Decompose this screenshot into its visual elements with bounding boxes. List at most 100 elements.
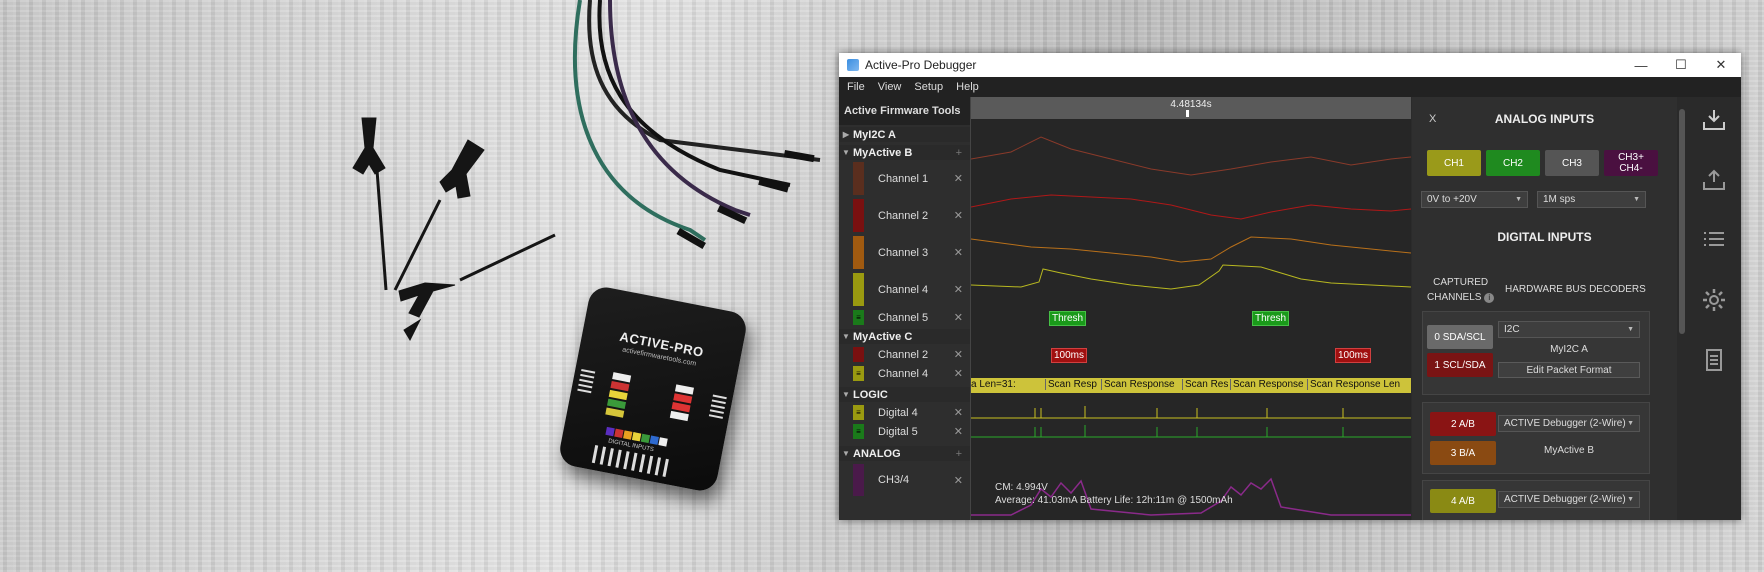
channel-color — [853, 199, 864, 232]
upload-icon[interactable] — [1697, 163, 1731, 197]
close-icon[interactable]: ✕ — [954, 172, 963, 185]
channel-label: CH3/4 — [878, 474, 910, 486]
minimize-button[interactable]: — — [1621, 58, 1661, 73]
group-myi2c-a[interactable]: ▶ MyI2C A — [839, 127, 970, 142]
group-logic[interactable]: ▼ LOGIC — [839, 387, 970, 402]
group-label: MyActive C — [853, 330, 913, 343]
channel-row[interactable]: Channel 2 ✕ — [839, 346, 970, 363]
channel-label: Channel 2 — [878, 348, 929, 361]
maximize-button[interactable]: ☐ — [1661, 57, 1701, 73]
ch2-button[interactable]: CH2 — [1486, 150, 1540, 176]
pin-3-button[interactable]: 3 B/A — [1430, 441, 1496, 465]
channel-row[interactable]: Channel 2 ✕ — [839, 198, 970, 233]
bus-type-select[interactable]: ACTIVE Debugger (2-Wire) ▼ — [1498, 415, 1640, 432]
app-icon — [847, 59, 859, 71]
side-toolbar — [1687, 97, 1741, 520]
select-value: ACTIVE Debugger (2-Wire) — [1504, 494, 1626, 505]
waveform-view[interactable]: 4.48134s Thresh Thresh 100ms 100ms a Len… — [971, 97, 1411, 520]
ch3-button[interactable]: CH3 — [1545, 150, 1599, 176]
channel-label: Digital 5 — [878, 425, 918, 438]
bus-name: MyActive B — [1543, 445, 1594, 456]
average-readout: Average: 41.03mA Battery Life: 12h:11m @… — [995, 495, 1233, 506]
cm-readout: CM: 4.994V — [995, 482, 1048, 493]
document-icon[interactable] — [1697, 343, 1731, 377]
trace-channel-2 — [971, 194, 1411, 220]
close-icon[interactable]: ✕ — [954, 474, 963, 487]
ch3-ch4-button[interactable]: CH3+ CH4- — [1604, 150, 1658, 176]
gear-icon[interactable] — [1697, 283, 1731, 317]
close-icon[interactable]: ✕ — [954, 348, 963, 361]
pin-4-button[interactable]: 4 A/B — [1430, 489, 1496, 513]
channel-row[interactable]: Channel 1 ✕ — [839, 161, 970, 196]
edit-packet-format-button[interactable]: Edit Packet Format — [1498, 362, 1640, 378]
pin-1-button[interactable]: 1 SCL/SDA — [1427, 353, 1493, 377]
timeline-bar[interactable]: 4.48134s — [971, 97, 1411, 119]
add-icon[interactable]: + — [956, 448, 962, 460]
packet[interactable]: a Len=31: — [971, 379, 1016, 390]
group-myactive-c[interactable]: ▼ MyActive C — [839, 329, 970, 344]
captured-channels-label: CAPTURED CHANNELS i — [1427, 275, 1495, 305]
close-icon[interactable]: ✕ — [954, 425, 963, 438]
menu-file[interactable]: File — [847, 81, 865, 93]
collapsed-icon: ▶ — [842, 130, 850, 139]
select-value: ACTIVE Debugger (2-Wire) — [1504, 418, 1626, 429]
close-button[interactable]: ✕ — [1701, 57, 1741, 73]
group-myactive-b[interactable]: ▼ MyActive B + — [839, 145, 970, 160]
thresh-tag: Thresh — [1252, 311, 1290, 326]
group-analog[interactable]: ▼ ANALOG + — [839, 446, 970, 461]
expanded-icon: ▼ — [842, 148, 850, 157]
trace-channel-1 — [971, 136, 1411, 176]
close-icon[interactable]: ✕ — [954, 283, 963, 296]
packet[interactable]: Scan Response Len — [1307, 379, 1400, 390]
hardware-bus-decoders-label: HARDWARE BUS DECODERS — [1505, 284, 1646, 295]
packet[interactable]: Scan Response — [1101, 379, 1175, 390]
close-icon[interactable]: ✕ — [954, 209, 963, 222]
channel-color: ≡ — [853, 310, 864, 325]
panel-scrollbar[interactable] — [1677, 97, 1687, 520]
download-icon[interactable] — [1697, 103, 1731, 137]
channel-row[interactable]: ≡ Channel 4 ✕ — [839, 365, 970, 382]
channel-row[interactable]: Channel 3 ✕ — [839, 235, 970, 270]
channel-row[interactable]: CH3/4 ✕ — [839, 463, 970, 497]
active-pro-device: ACTIVE-PRO activefirmwaretools.com DIGIT… — [557, 284, 749, 494]
cursor-marker[interactable] — [1186, 110, 1189, 117]
channel-label: Channel 4 — [878, 283, 929, 296]
close-icon[interactable]: ✕ — [954, 311, 963, 324]
expanded-icon: ▼ — [842, 390, 850, 399]
bus-decoder-2: 2 A/B 3 B/A ACTIVE Debugger (2-Wire) ▼ My… — [1422, 402, 1650, 474]
scrollbar-thumb[interactable] — [1679, 109, 1685, 334]
info-icon[interactable]: i — [1484, 293, 1495, 303]
packet[interactable]: Scan Res — [1182, 379, 1228, 390]
pin-0-button[interactable]: 0 SDA/SCL — [1427, 325, 1493, 349]
channel-row[interactable]: ≡ Digital 4 ✕ — [839, 404, 970, 421]
channel-row[interactable]: Channel 4 ✕ — [839, 272, 970, 307]
packet[interactable]: Scan Resp — [1045, 379, 1097, 390]
channel-row[interactable]: ≡ Digital 5 ✕ — [839, 423, 970, 440]
cursor-time: 4.48134s — [1170, 99, 1212, 110]
list-icon[interactable] — [1697, 223, 1731, 257]
channel-label: Channel 1 — [878, 172, 929, 185]
chevron-down-icon: ▼ — [1515, 196, 1522, 203]
bus-type-select[interactable]: ACTIVE Debugger (2-Wire) ▼ — [1498, 491, 1640, 508]
sample-rate-select[interactable]: 1M sps ▼ — [1537, 191, 1646, 208]
packet[interactable]: Scan Response — [1230, 379, 1304, 390]
add-icon[interactable]: + — [956, 147, 962, 159]
device-digital-pins — [591, 445, 669, 477]
ch1-button[interactable]: CH1 — [1427, 150, 1481, 176]
duration-tag: 100ms — [1335, 348, 1372, 363]
close-icon[interactable]: ✕ — [954, 406, 963, 419]
voltage-range-select[interactable]: 0V to +20V ▼ — [1421, 191, 1528, 208]
menu-view[interactable]: View — [878, 81, 902, 93]
pin-2-button[interactable]: 2 A/B — [1430, 412, 1496, 436]
menu-help[interactable]: Help — [956, 81, 979, 93]
group-label: MyI2C A — [853, 128, 896, 141]
menu-setup[interactable]: Setup — [914, 81, 943, 93]
close-icon[interactable]: ✕ — [954, 367, 963, 380]
device-left-pins — [577, 368, 596, 394]
bus-name: MyI2C A — [1550, 344, 1588, 355]
close-icon[interactable]: ✕ — [954, 246, 963, 259]
channel-row[interactable]: ≡ Channel 5 ✕ — [839, 309, 970, 326]
bus-type-select[interactable]: I2C ▼ — [1498, 321, 1640, 338]
select-value: 0V to +20V — [1427, 194, 1477, 205]
channel-label: Channel 3 — [878, 246, 929, 259]
